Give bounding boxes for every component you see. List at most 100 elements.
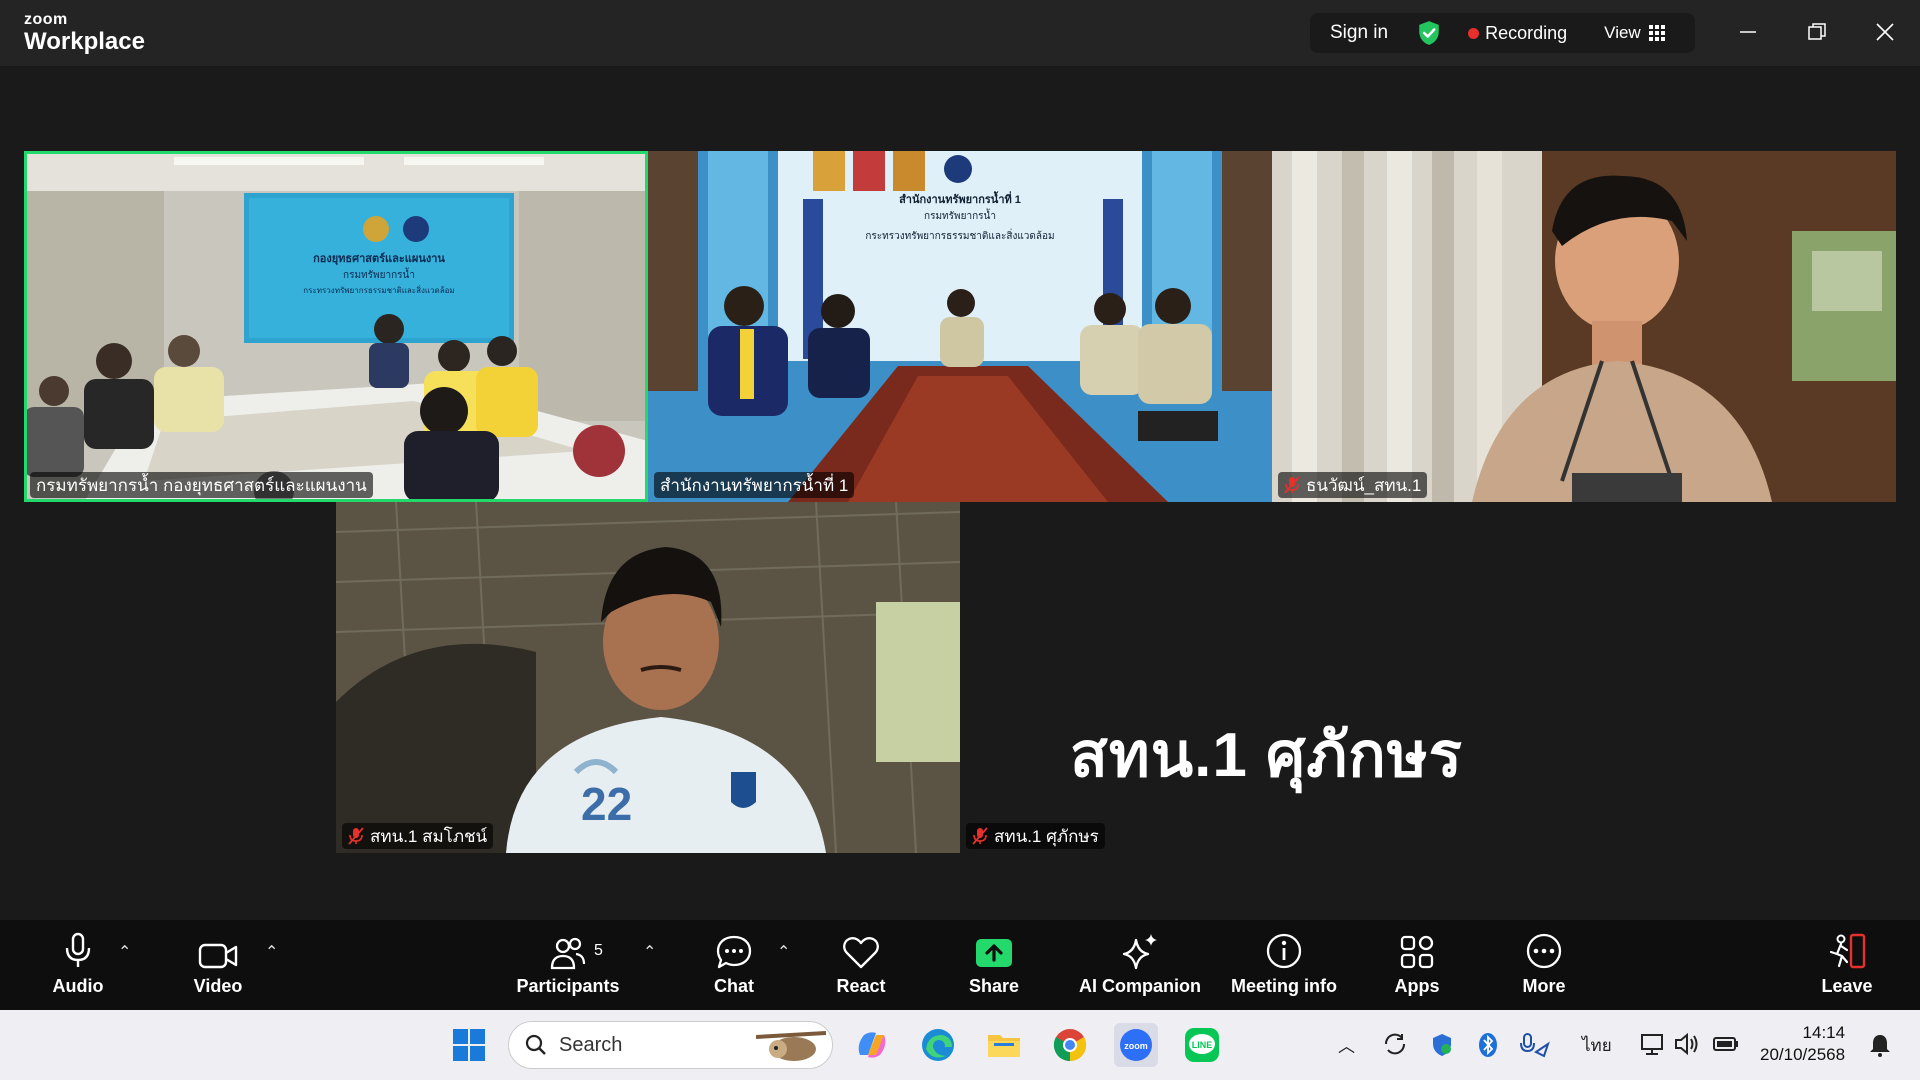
participant-name-label: สทน.1 สมโภชน์: [342, 823, 494, 849]
line-app[interactable]: LINE: [1180, 1023, 1224, 1067]
recording-indicator[interactable]: Recording: [1485, 23, 1567, 44]
chrome-app[interactable]: [1048, 1023, 1092, 1067]
participants-options-chevron-up-icon[interactable]: ⌃: [643, 942, 656, 962]
restore-button[interactable]: [1797, 14, 1837, 50]
video-tile-2[interactable]: สำนักงานทรัพยากรน้ำที่ 1 กรมทรัพยากรน้ำ …: [648, 151, 1272, 502]
meeting-info-button[interactable]: Meeting info: [1228, 920, 1340, 1010]
no-video-participant-name: สทน.1 ศุภักษร: [1070, 721, 1463, 790]
muted-mic-icon: [1284, 476, 1300, 494]
sign-in-button[interactable]: Sign in: [1330, 22, 1388, 44]
show-hidden-icons-chevron-up-icon[interactable]: ︿: [1338, 1032, 1355, 1057]
view-button[interactable]: View: [1604, 23, 1641, 43]
meeting-toolbar: Audio ⌃ Video ⌃ Participants 5 ⌃ Chat ⌃ …: [0, 920, 1920, 1010]
participant-name: สทน.1 สมโภชน์: [370, 826, 488, 846]
network-icon[interactable]: [1640, 1032, 1666, 1056]
leave-button[interactable]: Leave: [1821, 920, 1873, 1010]
audio-label: Audio: [52, 976, 104, 996]
minimize-button[interactable]: [1728, 14, 1768, 50]
share-screen-icon: [976, 939, 1012, 967]
edge-icon: [922, 1029, 954, 1061]
line-icon: LINE: [1185, 1028, 1219, 1062]
participant-name: กรมทรัพยากรน้ำ กองยุทธศาสตร์และแผนงาน: [36, 475, 367, 495]
participant-name-label: สทน.1 ศุภักษร: [966, 823, 1105, 849]
copilot-app[interactable]: [850, 1023, 894, 1067]
volume-icon[interactable]: [1674, 1032, 1700, 1056]
share-button[interactable]: Share: [969, 920, 1019, 1010]
participant-video: 22: [336, 502, 960, 853]
ai-companion-button[interactable]: AI Companion: [1079, 920, 1201, 1010]
file-explorer-app[interactable]: [982, 1023, 1026, 1067]
camera-icon: [198, 943, 238, 969]
participants-button[interactable]: Participants: [516, 920, 620, 1010]
title-bar: zoom Workplace Sign in Recording View: [0, 0, 1920, 66]
audio-button[interactable]: Audio: [48, 920, 108, 1010]
close-button[interactable]: [1865, 14, 1905, 50]
meeting-info-label: Meeting info: [1231, 976, 1337, 996]
participant-video: [1272, 151, 1896, 502]
bluetooth-icon[interactable]: [1478, 1032, 1498, 1058]
react-label: React: [836, 976, 886, 996]
heart-icon: [843, 937, 879, 969]
sign-line-3: กระทรวงทรัพยากรธรรมชาติและสิ่งแวดล้อม: [303, 284, 454, 295]
video-button[interactable]: Video: [186, 920, 250, 1010]
logo-large-text: Workplace: [24, 28, 145, 55]
apps-icon: [1400, 935, 1434, 969]
audio-options-chevron-up-icon[interactable]: ⌃: [118, 942, 131, 962]
participant-name-label: กรมทรัพยากรน้ำ กองยุทธศาสตร์และแผนงาน: [30, 472, 373, 498]
taskbar-search-box[interactable]: Search: [508, 1021, 833, 1069]
close-icon: [1876, 23, 1894, 41]
muted-mic-icon: [348, 827, 364, 845]
react-button[interactable]: React: [836, 920, 886, 1010]
windows-logo-icon: [453, 1029, 485, 1061]
zoom-app[interactable]: zoom: [1114, 1023, 1158, 1067]
leave-door-icon: [1829, 933, 1866, 969]
video-tile-1[interactable]: กองยุทธศาสตร์และแผนงาน กรมทรัพยากรน้ำ กร…: [24, 151, 648, 502]
shield-check-icon[interactable]: [1416, 20, 1442, 46]
folder-icon: [988, 1035, 1020, 1057]
info-icon: [1266, 933, 1302, 969]
search-placeholder: Search: [559, 1033, 623, 1056]
leave-label: Leave: [1821, 976, 1873, 996]
sync-icon[interactable]: [1382, 1032, 1408, 1056]
logo-small-text: zoom: [24, 11, 68, 28]
sign-line-1: กองยุทธศาสตร์และแผนงาน: [313, 252, 445, 266]
more-icon: [1526, 933, 1562, 969]
edge-app[interactable]: [916, 1023, 960, 1067]
battery-icon[interactable]: [1712, 1032, 1740, 1056]
search-highlight-sloth-icon: [756, 1031, 826, 1061]
sign-line-2: กรมทรัพยากรน้ำ: [924, 208, 996, 222]
meeting-room-video: กองยุทธศาสตร์และแผนงาน กรมทรัพยากรน้ำ กร…: [24, 151, 648, 502]
participants-icon: [550, 937, 586, 970]
chrome-icon: [1053, 1029, 1087, 1062]
more-button[interactable]: More: [1520, 920, 1568, 1010]
chat-icon: [716, 935, 752, 969]
participants-count: 5: [594, 942, 603, 959]
security-shield-icon[interactable]: [1430, 1032, 1454, 1058]
video-tile-4[interactable]: 22 สทน.1 สมโภชน์: [336, 502, 960, 853]
apps-label: Apps: [1394, 976, 1440, 996]
notification-bell-icon[interactable]: [1868, 1032, 1892, 1058]
sign-line-3: กระทรวงทรัพยากรธรรมชาติและสิ่งแวดล้อม: [865, 228, 1054, 242]
share-label: Share: [968, 976, 1020, 996]
chat-options-chevron-up-icon[interactable]: ⌃: [777, 942, 790, 962]
clock-date: 20/10/2568: [1760, 1045, 1846, 1064]
minimize-icon: [1740, 31, 1756, 33]
video-tile-3[interactable]: ธนวัฒน์_สทน.1: [1272, 151, 1896, 502]
system-clock[interactable]: 14:14 20/10/2568: [1760, 1022, 1845, 1066]
start-button[interactable]: [447, 1023, 491, 1067]
video-options-chevron-up-icon[interactable]: ⌃: [265, 942, 278, 962]
input-language-indicator[interactable]: ไทย: [1582, 1032, 1612, 1059]
video-gallery: กองยุทธศาสตร์และแผนงาน กรมทรัพยากรน้ำ กร…: [0, 66, 1920, 920]
chat-button[interactable]: Chat: [710, 920, 758, 1010]
apps-button[interactable]: Apps: [1393, 920, 1441, 1010]
restore-icon: [1808, 23, 1826, 40]
grid-view-icon[interactable]: [1648, 25, 1665, 41]
participant-name-label: สำนักงานทรัพยากรน้ำที่ 1: [654, 472, 855, 498]
voice-typing-icon[interactable]: [1520, 1032, 1550, 1058]
participant-name: สทน.1 ศุภักษร: [994, 826, 1099, 846]
copilot-icon: [858, 1032, 886, 1058]
muted-mic-icon: [972, 827, 988, 845]
sparkle-icon: [1122, 934, 1157, 970]
svg-text:LINE: LINE: [1192, 1040, 1213, 1050]
conference-room-video: สำนักงานทรัพยากรน้ำที่ 1 กรมทรัพยากรน้ำ …: [648, 151, 1272, 502]
